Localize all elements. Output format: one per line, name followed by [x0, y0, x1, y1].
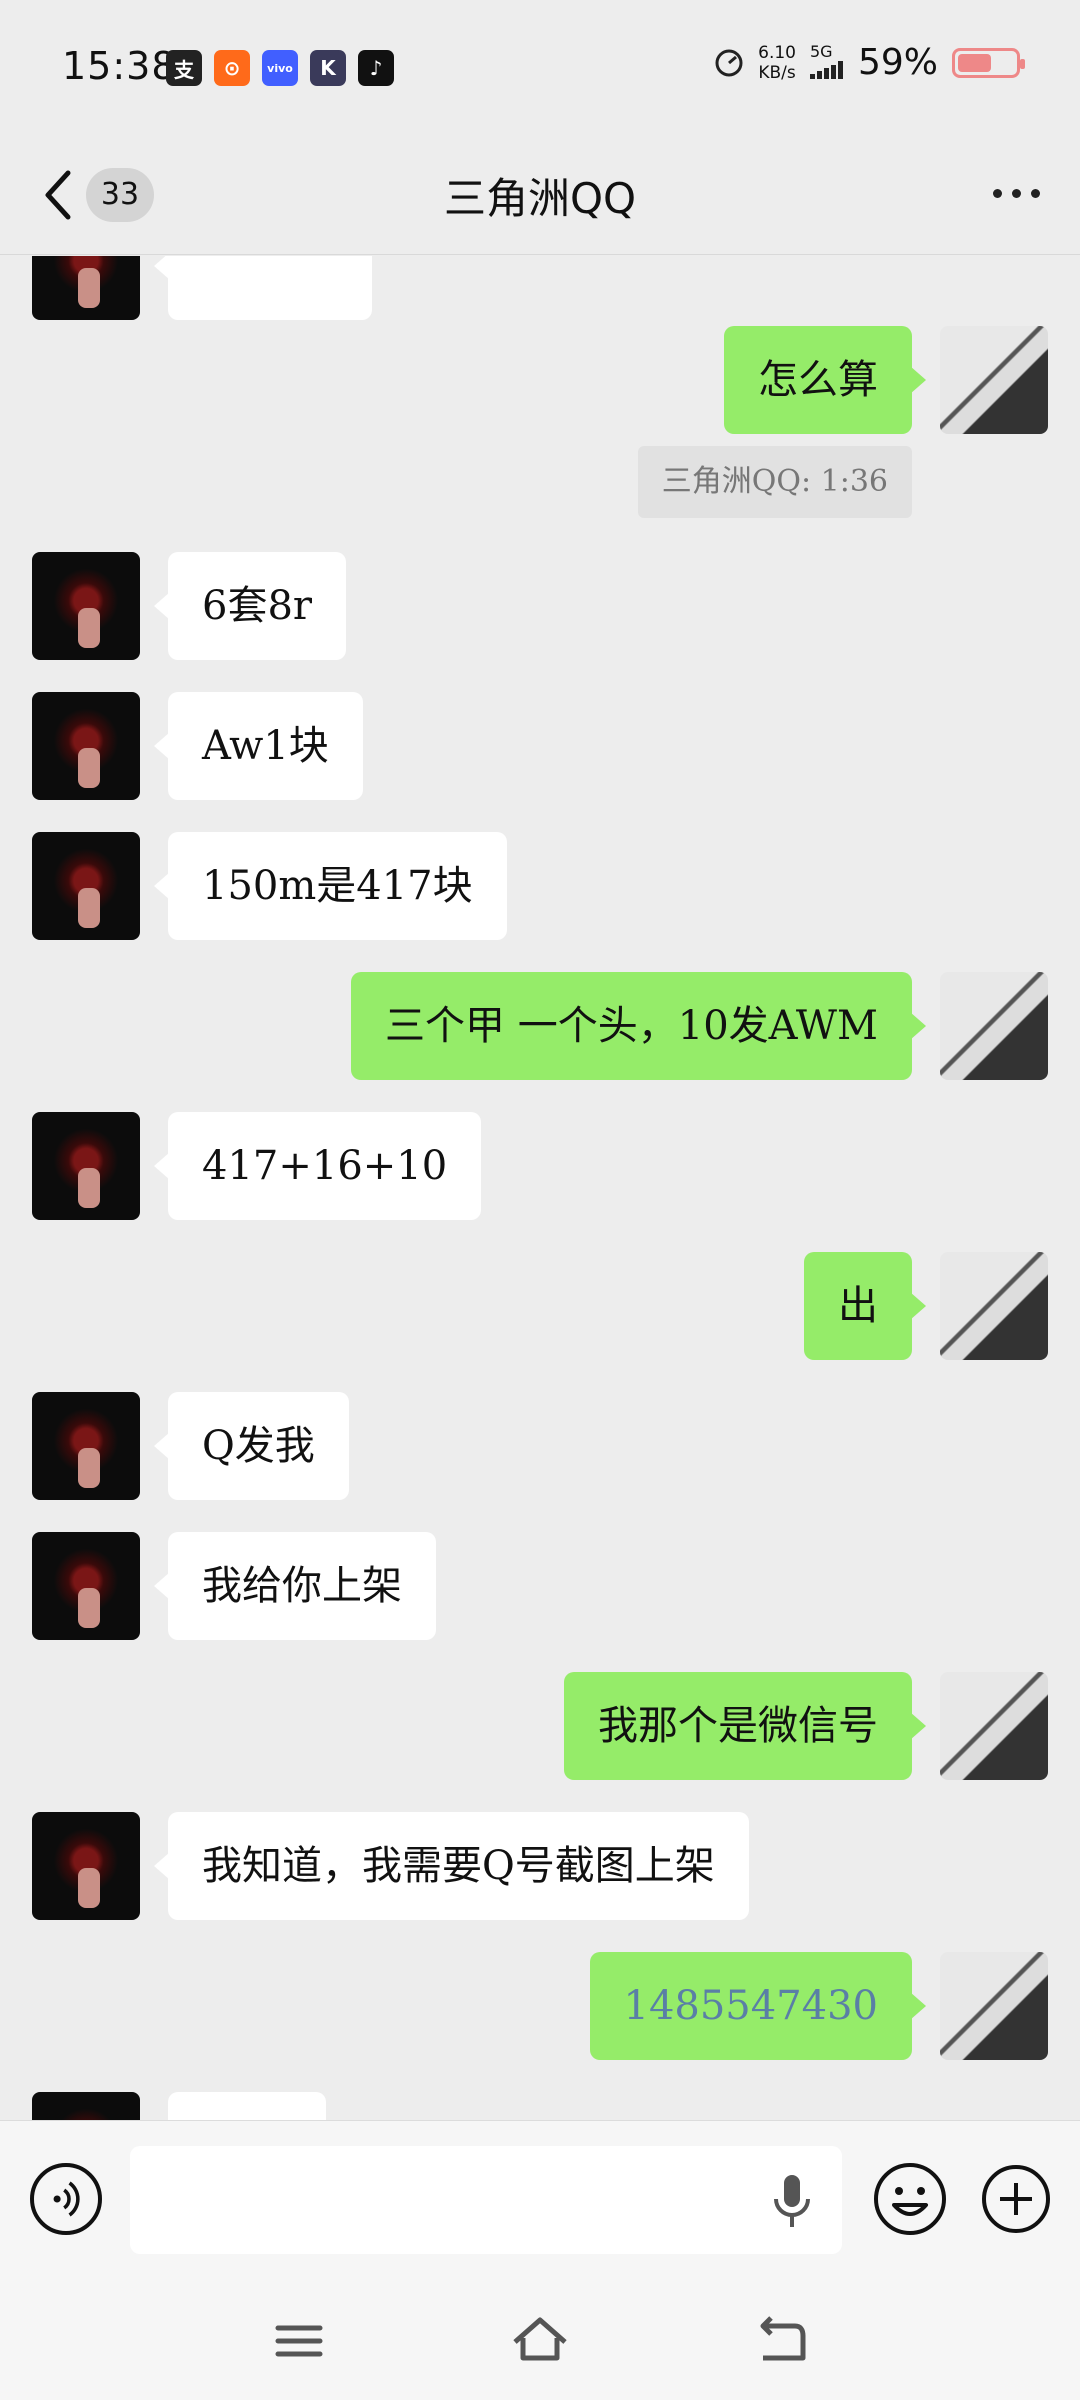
message-bubble[interactable]: [168, 2092, 326, 2120]
self-avatar[interactable]: [940, 1672, 1048, 1780]
back-icon[interactable]: [745, 2306, 815, 2376]
contact-avatar[interactable]: [32, 256, 140, 320]
kuaishou-icon: ⊙: [214, 50, 250, 86]
self-avatar[interactable]: [940, 1252, 1048, 1360]
dot: [1012, 189, 1021, 198]
message-bubble-other[interactable]: Q发我: [154, 1392, 349, 1500]
contact-avatar[interactable]: [32, 1392, 140, 1500]
message-bubble-self-link[interactable]: 1485547430: [589, 1952, 926, 2060]
self-avatar[interactable]: [940, 972, 1048, 1080]
message-input[interactable]: [130, 2146, 842, 2254]
microphone-icon[interactable]: [772, 2173, 812, 2229]
battery-percent: 59%: [857, 42, 938, 83]
page-title: 三角洲QQ: [443, 174, 637, 223]
k-app-icon: K: [310, 50, 346, 86]
message-bubble-other[interactable]: 我给你上架: [154, 1532, 436, 1640]
message-bubble-other[interactable]: Aw1块: [154, 692, 363, 800]
emoji-icon[interactable]: [872, 2161, 948, 2237]
status-time: 15:38: [62, 44, 177, 88]
system-navigation-bar: [0, 2280, 1080, 2400]
contact-avatar[interactable]: [32, 692, 140, 800]
plus-icon[interactable]: [980, 2163, 1052, 2235]
message-bubble-other[interactable]: 150m是417块: [154, 832, 507, 940]
battery-icon: [952, 47, 1025, 78]
signal-icon: [809, 60, 843, 79]
status-bar: 15:38 支 ⊙ vivo K ♪ 6.10 KB/s 5G 59%: [0, 0, 1080, 135]
voice-mode-icon[interactable]: [30, 2163, 102, 2235]
status-indicators: 6.10 KB/s 5G 59%: [714, 42, 1025, 83]
home-icon[interactable]: [505, 2306, 575, 2376]
contact-avatar[interactable]: [32, 1532, 140, 1640]
alipay-icon: 支: [166, 50, 202, 86]
speed-gauge-icon: [715, 49, 743, 76]
message-bubble-self[interactable]: 怎么算: [724, 326, 926, 434]
message-bubble[interactable]: [154, 256, 372, 320]
chat-header: 33 三角洲QQ: [0, 135, 1080, 255]
contact-avatar[interactable]: [32, 552, 140, 660]
message-bubble-self[interactable]: 三个甲 一个头，10发AWM: [351, 972, 926, 1080]
self-avatar[interactable]: [940, 1952, 1048, 2060]
contact-avatar[interactable]: [32, 832, 140, 940]
dot: [993, 189, 1002, 198]
message-bubble-self[interactable]: 我那个是微信号: [564, 1672, 926, 1780]
more-options-icon[interactable]: [993, 189, 1040, 198]
dot: [1031, 189, 1040, 198]
message-bubble-self[interactable]: 出: [804, 1252, 926, 1360]
contact-avatar[interactable]: [32, 2092, 140, 2120]
vivo-icon: vivo: [262, 50, 298, 86]
network-speed: 6.10 KB/s: [758, 42, 796, 83]
battery-fill: [958, 53, 992, 72]
tiktok-icon: ♪: [358, 50, 394, 86]
quoted-message[interactable]: 三角洲QQ: 1:36: [637, 446, 912, 518]
message-bubble-other[interactable]: 我知道，我需要Q号截图上架: [154, 1812, 749, 1920]
message-list[interactable]: 怎么算 三角洲QQ: 1:36 6套8r Aw1块 150m是417块 三个甲 …: [0, 256, 1080, 2120]
message-bubble-other[interactable]: 6套8r: [153, 552, 347, 660]
contact-avatar[interactable]: [32, 1812, 140, 1920]
network-type: 5G: [809, 42, 844, 83]
menu-icon[interactable]: [264, 2306, 334, 2376]
self-avatar[interactable]: [940, 326, 1048, 434]
message-bubble-other[interactable]: 417+16+10: [153, 1112, 482, 1220]
status-app-icons: 支 ⊙ vivo K ♪: [166, 50, 394, 86]
contact-avatar[interactable]: [32, 1112, 140, 1220]
input-bar: [0, 2120, 1080, 2280]
